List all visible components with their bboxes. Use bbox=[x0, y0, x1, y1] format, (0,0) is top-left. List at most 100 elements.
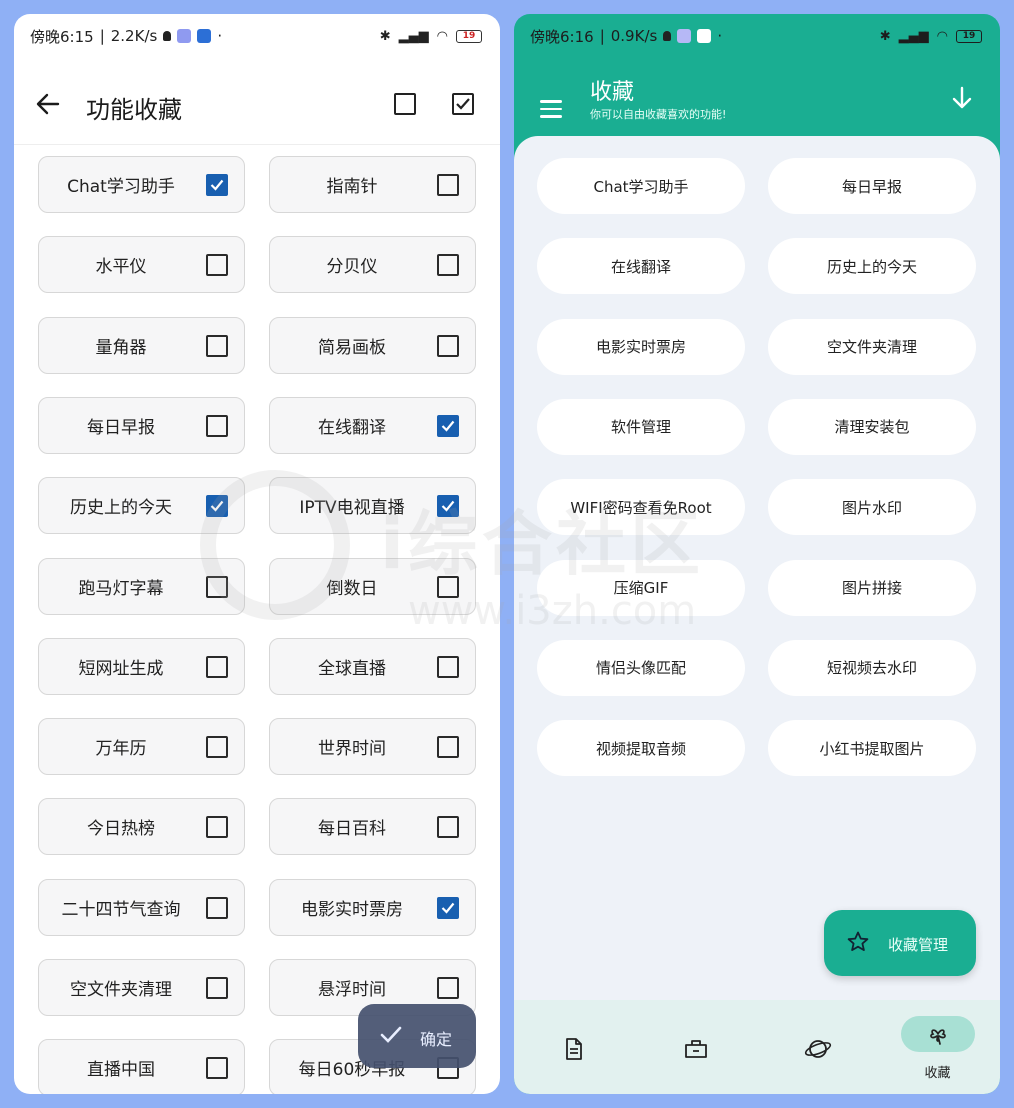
status-speed: 2.2K/s bbox=[110, 27, 158, 45]
check-icon bbox=[441, 902, 455, 914]
check-icon bbox=[210, 179, 224, 191]
feature-option[interactable]: 指南针 bbox=[269, 156, 476, 213]
feature-checkbox[interactable] bbox=[437, 977, 459, 999]
more-dot-icon: · bbox=[717, 27, 723, 45]
feature-checkbox[interactable] bbox=[206, 575, 228, 598]
feature-checkbox[interactable] bbox=[206, 655, 228, 678]
status-bar: 傍晚6:16 | 0.9K/s · ✱ ▂▄▆ ◠ 19 bbox=[514, 14, 1000, 58]
feature-checkbox[interactable] bbox=[437, 575, 459, 598]
nav-item-documents[interactable] bbox=[514, 1000, 635, 1094]
favorite-item[interactable]: 软件管理 bbox=[537, 398, 745, 455]
select-all-checkbox[interactable] bbox=[452, 93, 474, 115]
menu-icon[interactable] bbox=[540, 100, 562, 118]
nav-label-favorites: 收藏 bbox=[924, 1066, 951, 1081]
feature-option[interactable]: 电影实时票房 bbox=[269, 878, 476, 936]
favorite-item[interactable]: 短视频去水印 bbox=[768, 639, 976, 696]
feature-checkbox[interactable] bbox=[437, 736, 459, 759]
favorite-item[interactable]: 每日早报 bbox=[768, 158, 976, 214]
favorite-item[interactable]: 压缩GIF bbox=[537, 559, 745, 616]
feature-checkbox[interactable] bbox=[437, 816, 459, 839]
feature-checkbox[interactable] bbox=[437, 414, 459, 437]
feature-checkbox[interactable] bbox=[437, 174, 459, 196]
status-time: 傍晚6:15 bbox=[30, 27, 94, 46]
feature-option[interactable]: 短网址生成 bbox=[38, 637, 245, 695]
favorite-item[interactable]: 历史上的今天 bbox=[768, 238, 976, 295]
feature-option[interactable]: 直播中国 bbox=[38, 1039, 245, 1094]
feature-option[interactable]: 今日热榜 bbox=[38, 798, 245, 856]
favorite-item[interactable]: 清理安装包 bbox=[768, 398, 976, 455]
nav-item-explore[interactable] bbox=[756, 1000, 877, 1094]
feature-option[interactable]: 世界时间 bbox=[269, 718, 476, 776]
manage-favorites-button[interactable]: 收藏管理 bbox=[824, 910, 976, 976]
qq-icon bbox=[163, 31, 172, 41]
favorite-item[interactable]: 图片拼接 bbox=[768, 559, 976, 616]
feature-option-label: 全球直播 bbox=[318, 658, 386, 679]
download-arrow-icon[interactable] bbox=[950, 84, 974, 112]
nav-active-indicator bbox=[901, 1016, 975, 1052]
feature-option[interactable]: 全球直播 bbox=[269, 637, 476, 695]
back-arrow-icon[interactable] bbox=[34, 90, 62, 118]
feature-checkbox[interactable] bbox=[206, 495, 228, 518]
app-notification-icon-2 bbox=[197, 29, 212, 43]
favorite-item[interactable]: Chat学习助手 bbox=[537, 158, 745, 214]
favorite-item[interactable]: 情侣头像匹配 bbox=[537, 639, 745, 696]
toolbox-icon bbox=[685, 1040, 707, 1058]
favorite-item[interactable]: 小红书提取图片 bbox=[768, 720, 976, 777]
feature-checkbox[interactable] bbox=[206, 334, 228, 357]
feature-option-label: 分贝仪 bbox=[326, 257, 378, 278]
check-icon bbox=[456, 98, 470, 110]
favorite-item[interactable]: 视频提取音频 bbox=[537, 720, 745, 777]
feature-checkbox[interactable] bbox=[206, 174, 228, 196]
feature-option[interactable]: 倒数日 bbox=[269, 557, 476, 615]
status-speed: 0.9K/s bbox=[610, 27, 658, 45]
feature-option[interactable]: 量角器 bbox=[38, 316, 245, 374]
feature-checkbox[interactable] bbox=[206, 816, 228, 839]
feature-option[interactable]: 万年历 bbox=[38, 718, 245, 776]
feature-option[interactable]: 分贝仪 bbox=[269, 236, 476, 294]
nav-item-favorites[interactable]: 收藏 bbox=[877, 1000, 998, 1094]
feature-checkbox[interactable] bbox=[437, 655, 459, 678]
feature-checkbox[interactable] bbox=[206, 414, 228, 437]
feature-option-label: 今日热榜 bbox=[87, 819, 155, 840]
feature-checkbox[interactable] bbox=[206, 977, 228, 999]
favorite-item[interactable]: 空文件夹清理 bbox=[768, 318, 976, 375]
feature-checkbox[interactable] bbox=[206, 736, 228, 759]
feature-option[interactable]: IPTV电视直播 bbox=[269, 477, 476, 535]
feature-option-label: 水平仪 bbox=[95, 257, 147, 278]
feature-option[interactable]: 二十四节气查询 bbox=[38, 878, 245, 936]
favorite-item[interactable]: 图片水印 bbox=[768, 479, 976, 536]
feature-option[interactable]: 历史上的今天 bbox=[38, 477, 245, 535]
feature-checkbox[interactable] bbox=[437, 896, 459, 919]
feature-checkbox[interactable] bbox=[437, 334, 459, 357]
feature-option[interactable]: 空文件夹清理 bbox=[38, 959, 245, 1016]
feature-option[interactable]: 简易画板 bbox=[269, 316, 476, 374]
feature-option-label: 简易画板 bbox=[318, 337, 386, 358]
battery-icon: 19 bbox=[956, 29, 982, 43]
feature-checkbox[interactable] bbox=[437, 495, 459, 518]
feature-option-label: 空文件夹清理 bbox=[70, 980, 172, 1000]
confirm-button[interactable]: 确定 bbox=[358, 1004, 476, 1068]
feature-option[interactable]: 在线翻译 bbox=[269, 396, 476, 454]
check-icon bbox=[441, 500, 455, 512]
deselect-all-checkbox[interactable] bbox=[394, 93, 416, 115]
qq-icon bbox=[663, 31, 672, 41]
feature-option[interactable]: 跑马灯字幕 bbox=[38, 557, 245, 615]
more-dot-icon: · bbox=[217, 27, 223, 45]
feature-option[interactable]: 每日百科 bbox=[269, 798, 476, 856]
feature-checkbox[interactable] bbox=[206, 254, 228, 277]
page-subtitle: 你可以自由收藏喜欢的功能! bbox=[590, 108, 727, 121]
feature-option[interactable]: Chat学习助手 bbox=[38, 156, 245, 213]
manage-label: 收藏管理 bbox=[888, 936, 949, 954]
nav-item-tools[interactable] bbox=[635, 1000, 756, 1094]
feature-option-label: 万年历 bbox=[95, 739, 147, 760]
favorite-item[interactable]: WIFI密码查看免Root bbox=[537, 479, 745, 536]
feature-checkbox[interactable] bbox=[206, 1057, 228, 1080]
feature-grid: Chat学习助手 指南针水平仪 分贝仪量角器 简易画板每日早报 在线翻译 历史上的今天 IP… bbox=[38, 154, 476, 1094]
feature-option[interactable]: 每日早报 bbox=[38, 396, 245, 454]
feature-option[interactable]: 水平仪 bbox=[38, 236, 245, 294]
feature-checkbox[interactable] bbox=[437, 254, 459, 277]
favorite-item[interactable]: 电影实时票房 bbox=[537, 318, 745, 375]
feature-checkbox[interactable] bbox=[206, 896, 228, 919]
clover-icon bbox=[930, 1029, 946, 1045]
favorite-item[interactable]: 在线翻译 bbox=[537, 238, 745, 295]
